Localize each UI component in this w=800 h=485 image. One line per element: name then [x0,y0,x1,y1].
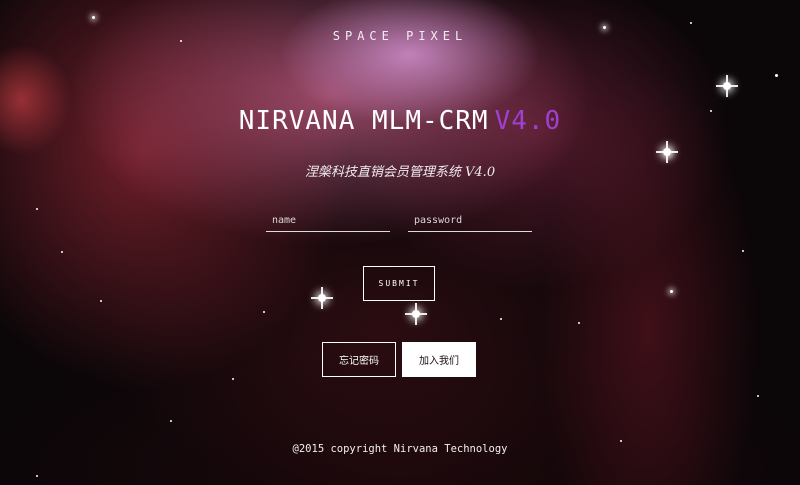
star-icon [61,251,63,253]
star-icon [170,420,172,422]
star-icon [100,300,102,302]
title-text: NIRVANA MLM-CRM [238,106,489,136]
star-icon [775,74,778,77]
sparkle-star-icon [716,75,738,97]
star-icon [620,440,622,442]
star-icon [757,395,759,397]
footer-copyright: @2015 copyright Nirvana Technology [292,443,508,455]
star-icon [742,250,744,252]
star-icon [670,290,673,293]
name-input[interactable] [266,210,390,232]
star-icon [36,208,38,210]
join-us-button[interactable]: 加入我们 [402,342,476,377]
star-icon [36,475,38,477]
star-icon [690,22,692,24]
sparkle-star-icon [311,287,333,309]
star-icon [578,322,580,324]
star-icon [500,318,502,320]
sparkle-star-icon [656,141,678,163]
page-title: NIRVANA MLM-CRM V4.0 [0,106,800,136]
version-label: V4.0 [494,106,562,136]
sparkle-star-icon [405,303,427,325]
star-icon [92,16,95,19]
star-icon [232,378,234,380]
forgot-password-button[interactable]: 忘记密码 [322,342,396,377]
brand-label: SPACE PIXEL [332,29,468,43]
password-input[interactable] [408,210,532,232]
page-subtitle: 涅槃科技直销会员管理系统 V4.0 [304,165,496,180]
star-icon [263,311,265,313]
submit-button[interactable]: SUBMIT [363,266,435,301]
